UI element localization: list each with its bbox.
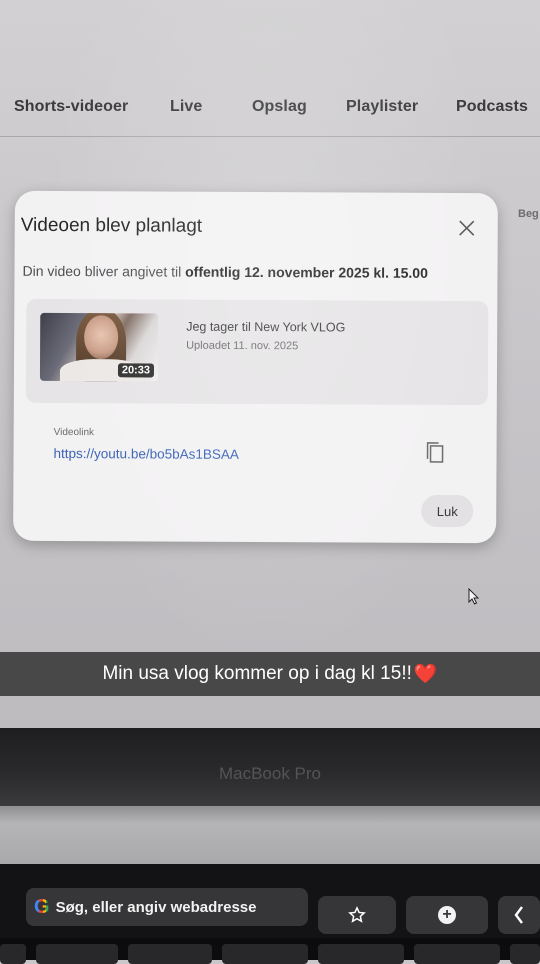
video-link-label: Videolink <box>53 426 95 439</box>
video-card: 20:33 Jeg tager til New York VLOG Upload… <box>25 298 489 406</box>
snap-caption: Min usa vlog kommer op i dag kl 15!! ❤️ <box>0 652 540 696</box>
keyboard-key <box>0 944 26 964</box>
keyboard-key <box>128 944 212 964</box>
plus-icon: + <box>438 906 456 924</box>
close-dialog-button[interactable]: Luk <box>421 494 474 528</box>
video-upload-date: Uploadet 11. nov. 2025 <box>186 339 299 353</box>
schedule-prefix: Din video bliver angivet til <box>22 262 186 280</box>
tab-shorts[interactable]: Shorts-videoer <box>14 98 128 116</box>
channel-tabs: Shorts-videoer Live Opslag Playlister Po… <box>0 96 540 137</box>
copy-link-button[interactable] <box>425 441 445 465</box>
tab-podcasts[interactable]: Podcasts <box>456 98 528 116</box>
touchbar-bookmark-button[interactable] <box>318 896 396 934</box>
keyboard-key <box>318 944 404 964</box>
keyboard-key <box>36 944 118 964</box>
keyboard-key <box>414 944 500 964</box>
mouse-cursor-icon <box>468 588 480 605</box>
video-scheduled-dialog: Videoen blev planlagt Din video bliver a… <box>13 190 498 544</box>
star-icon <box>348 906 366 923</box>
chevron-left-icon <box>514 906 523 924</box>
dialog-title: Videoen blev planlagt <box>20 214 203 237</box>
laptop-screen: Shorts-videoer Live Opslag Playlister Po… <box>0 0 540 745</box>
schedule-datetime: offentlig 12. november 2025 kl. 15.00 <box>185 263 428 281</box>
video-title: Jeg tager til New York VLOG <box>186 319 346 335</box>
caption-text: Min usa vlog kommer op i dag kl 15!! <box>102 663 412 684</box>
close-icon <box>459 220 475 236</box>
heart-emoji-icon: ❤️ <box>413 664 438 685</box>
tab-posts[interactable]: Opslag <box>252 98 307 116</box>
google-logo-icon: G <box>34 895 50 918</box>
video-link[interactable]: https://youtu.be/bo5bAs1BSAA <box>54 446 239 462</box>
touchbar-search-label: Søg, eller angiv webadresse <box>55 898 257 916</box>
tab-live[interactable]: Live <box>170 98 202 116</box>
partial-side-text: Beg <box>518 208 539 220</box>
copy-icon <box>426 442 444 463</box>
keyboard-key <box>510 944 540 964</box>
close-button[interactable] <box>456 217 478 239</box>
laptop-brand: MacBook Pro <box>218 764 322 783</box>
touchbar-new-tab-button[interactable]: + <box>406 896 488 934</box>
laptop-hinge <box>0 806 540 864</box>
video-thumbnail[interactable]: 20:33 <box>39 312 159 382</box>
tab-playlists[interactable]: Playlister <box>346 98 418 116</box>
video-duration: 20:33 <box>117 363 155 378</box>
keyboard-key <box>222 944 308 964</box>
touchbar-search-button[interactable]: G Søg, eller angiv webadresse <box>26 888 308 926</box>
schedule-info: Din video bliver angivet til offentlig 1… <box>22 263 428 281</box>
touchbar-back-button[interactable] <box>498 896 540 934</box>
